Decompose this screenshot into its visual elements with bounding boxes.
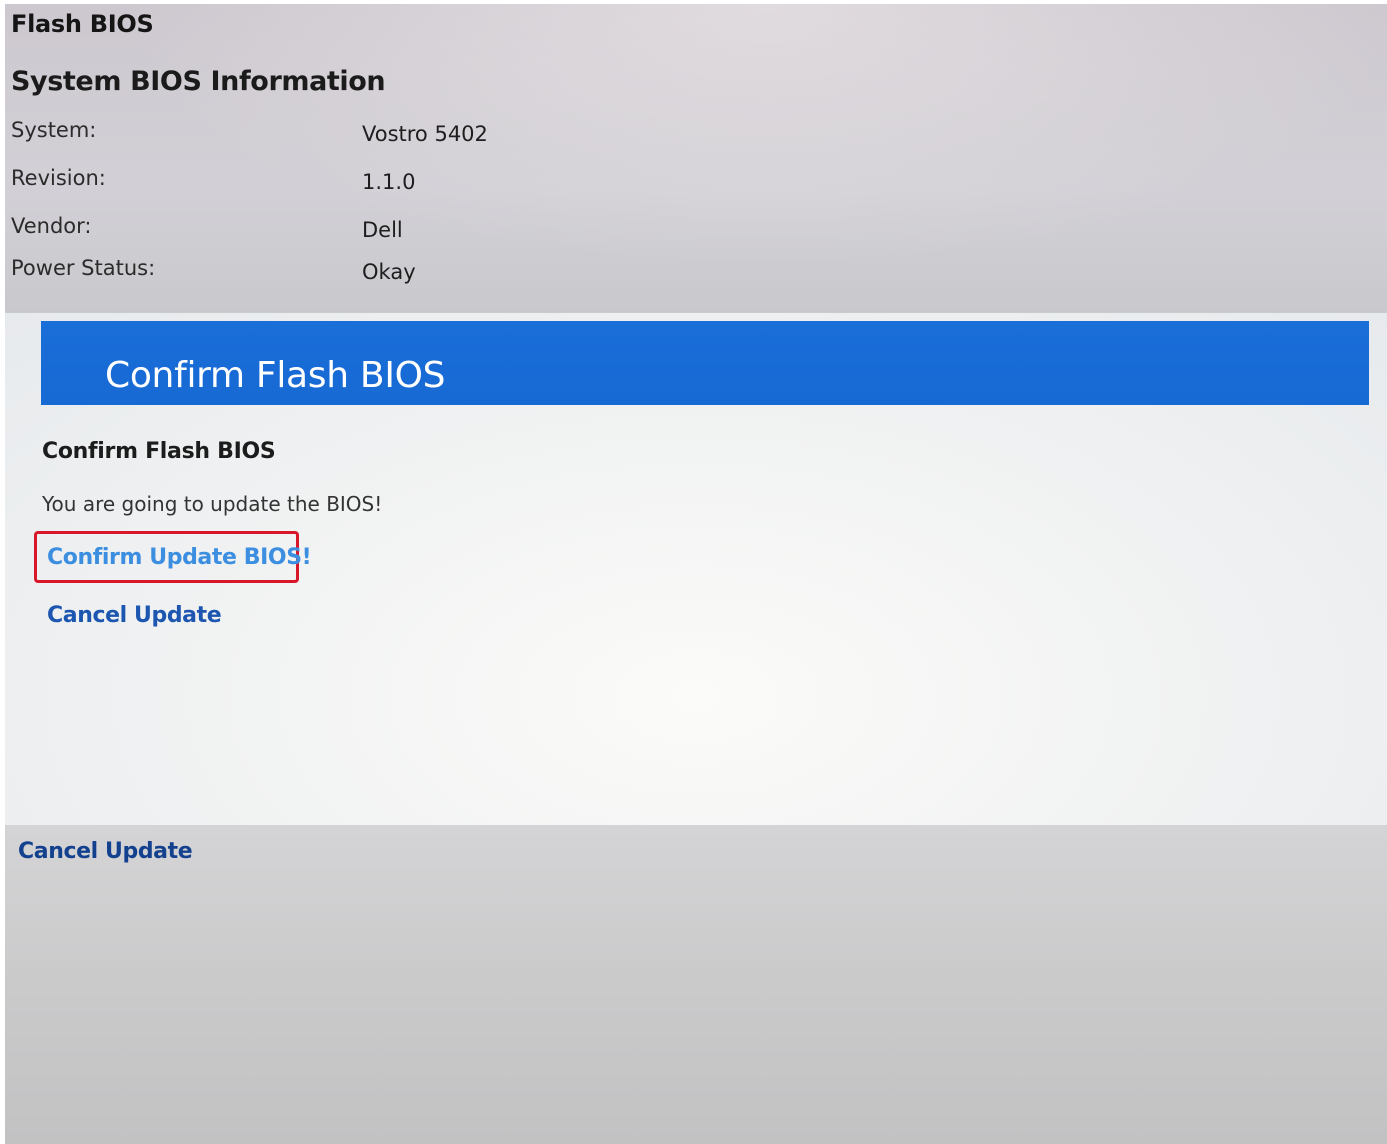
cancel-update-link[interactable]: Cancel Update — [47, 603, 222, 628]
info-row-vendor: Vendor: Dell — [11, 214, 711, 244]
info-row-revision: Revision: 1.1.0 — [11, 166, 711, 196]
info-label: Power Status: — [11, 256, 156, 280]
confirm-update-bios-link[interactable]: Confirm Update BIOS! — [47, 545, 312, 570]
info-value: 1.1.0 — [362, 170, 416, 194]
info-label: Vendor: — [11, 214, 92, 238]
info-label: System: — [11, 118, 97, 142]
dialog-subtitle: Confirm Flash BIOS — [42, 439, 276, 464]
page-title: Flash BIOS — [11, 10, 154, 38]
info-value: Vostro 5402 — [362, 122, 488, 146]
bios-info-panel: Flash BIOS System BIOS Information Syste… — [5, 4, 1387, 312]
info-value: Okay — [362, 260, 416, 284]
bios-screen: Flash BIOS System BIOS Information Syste… — [5, 4, 1387, 1144]
dialog-header: Confirm Flash BIOS — [41, 321, 1369, 405]
footer-cancel-update-link[interactable]: Cancel Update — [18, 839, 193, 864]
section-title: System BIOS Information — [11, 66, 386, 97]
confirm-flash-dialog: Confirm Flash BIOS Confirm Flash BIOS Yo… — [5, 313, 1387, 825]
dialog-title: Confirm Flash BIOS — [105, 355, 446, 396]
info-row-system: System: Vostro 5402 — [11, 118, 711, 148]
info-label: Revision: — [11, 166, 106, 190]
footer-panel: Cancel Update — [5, 825, 1387, 1144]
info-row-power-status: Power Status: Okay — [11, 256, 711, 286]
dialog-message: You are going to update the BIOS! — [42, 492, 383, 516]
info-value: Dell — [362, 218, 403, 242]
